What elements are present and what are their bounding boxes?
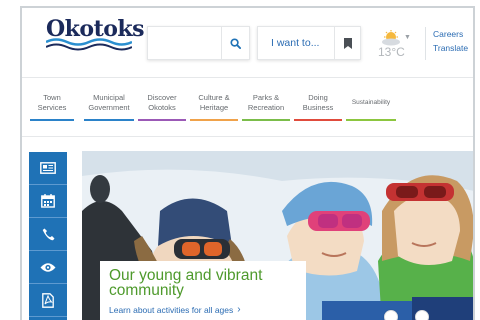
- bookmark-icon: [343, 37, 352, 49]
- nav-item-parks-recreation[interactable]: Parks & Recreation: [242, 93, 290, 121]
- search-box[interactable]: [147, 26, 250, 60]
- nav-item-label: Sustainability: [351, 99, 391, 106]
- calendar-icon: [41, 194, 55, 208]
- phone-icon: [42, 228, 54, 240]
- nav-item-municipal-government[interactable]: Municipal Government: [84, 93, 134, 121]
- phone-button[interactable]: [29, 218, 67, 251]
- search-input[interactable]: [154, 35, 220, 51]
- careers-link[interactable]: Careers: [433, 27, 468, 41]
- nav-item-underline: [30, 119, 74, 121]
- utility-links: Careers Translate: [433, 27, 468, 55]
- weather-widget[interactable]: ▼ 13°C: [374, 28, 414, 62]
- i-want-to-label: I want to...: [271, 37, 320, 49]
- translate-link[interactable]: Translate: [433, 41, 468, 55]
- nav-item-underline: [138, 119, 186, 121]
- header-divider: [425, 27, 426, 60]
- carousel-dot-1[interactable]: [384, 310, 398, 320]
- pdf-button[interactable]: [29, 284, 67, 317]
- logo-wave-icon: [46, 38, 132, 51]
- hero-caption: Our young and vibrant community Learn ab…: [100, 261, 306, 320]
- chevron-down-icon: ▼: [404, 34, 411, 41]
- news-button[interactable]: [29, 152, 67, 185]
- nav-item-underline: [346, 119, 396, 121]
- nav-item-underline: [84, 119, 134, 121]
- hero-banner: Our young and vibrant community Learn ab…: [82, 151, 473, 320]
- nav-item-discover-okotoks[interactable]: Discover Okotoks: [138, 93, 186, 121]
- nav-item-underline: [242, 119, 290, 121]
- nav-item-label: Doing Business: [302, 93, 334, 112]
- hero-learn-more-link[interactable]: Learn about activities for all ages ›: [109, 304, 297, 315]
- hero-title: Our young and vibrant community: [109, 267, 263, 299]
- eye-button[interactable]: [29, 251, 67, 284]
- okotoks-logo[interactable]: Okotoks: [46, 16, 145, 51]
- nav-item-underline: [190, 119, 238, 121]
- browser-viewport: Okotoks I want to... ▼ 13°C Careers Tran…: [20, 6, 475, 320]
- nav-item-label: Parks & Recreation: [247, 93, 285, 112]
- nav-item-town-services[interactable]: Town Services: [30, 93, 74, 121]
- search-icon: [230, 37, 241, 49]
- quick-links-toolbar: [29, 152, 67, 320]
- calendar-button[interactable]: [29, 185, 67, 218]
- nav-item-label: Culture & Heritage: [198, 93, 230, 112]
- header-divider-line: [22, 77, 473, 78]
- hero-link-label: Learn about activities for all ages: [109, 304, 234, 315]
- nav-item-label: Town Services: [37, 93, 67, 112]
- nav-item-doing-business[interactable]: Doing Business: [294, 93, 342, 121]
- nav-item-label: Discover Okotoks: [147, 93, 177, 112]
- pdf-icon: [42, 292, 54, 308]
- carousel-dot-2[interactable]: [415, 310, 429, 320]
- search-button[interactable]: [221, 27, 249, 59]
- nav-divider-line: [22, 136, 473, 137]
- chevron-right-icon: ›: [237, 304, 241, 315]
- carousel-pagination: [384, 310, 429, 320]
- weather-temperature: 13°C: [378, 45, 405, 59]
- bookmark-button[interactable]: [334, 27, 360, 59]
- main-nav: Town Services Municipal Government Discove…: [30, 93, 470, 123]
- partly-cloudy-icon: [382, 30, 400, 46]
- i-want-to-button[interactable]: I want to...: [257, 26, 361, 60]
- news-icon: [40, 162, 56, 174]
- nav-item-culture-heritage[interactable]: Culture & Heritage: [190, 93, 238, 121]
- nav-item-underline: [294, 119, 342, 121]
- nav-item-label: Municipal Government: [88, 93, 130, 112]
- eye-icon: [40, 262, 56, 272]
- nav-item-sustainability[interactable]: Sustainability: [346, 93, 396, 121]
